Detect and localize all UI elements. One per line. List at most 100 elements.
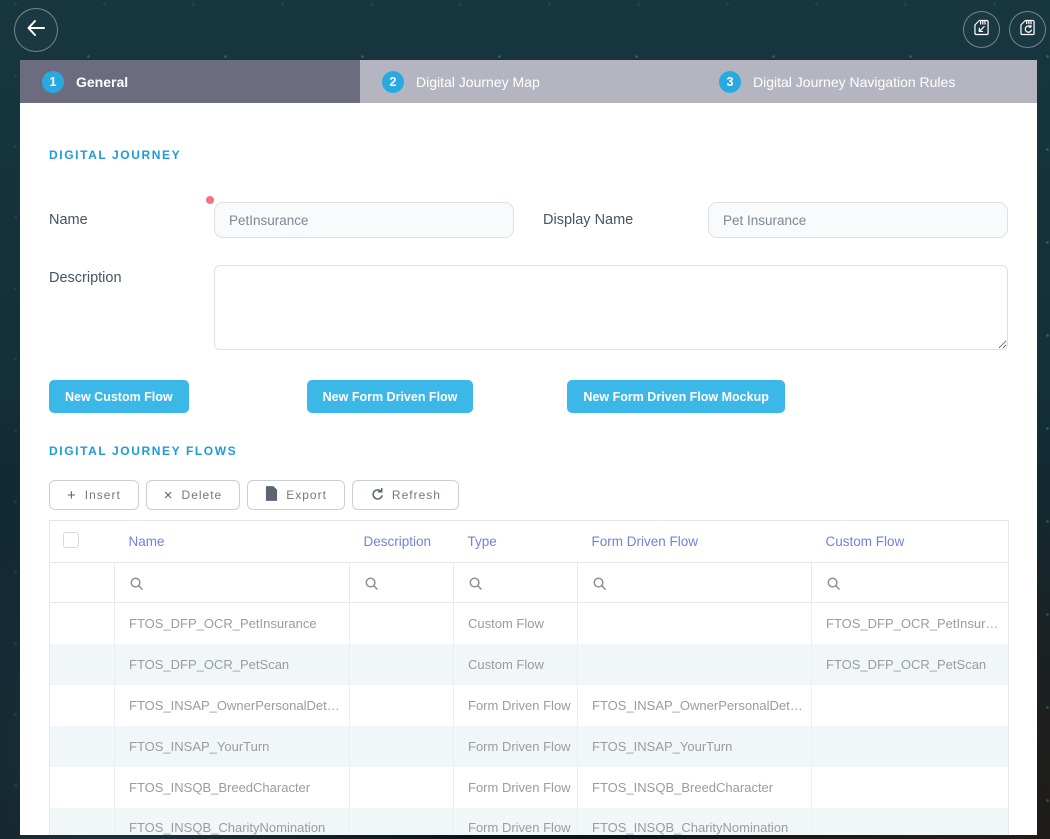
search-icon — [592, 576, 607, 591]
table-header-row: Name Description Type Form Driven Flow C… — [50, 521, 1009, 563]
flow-action-buttons: New Custom Flow New Form Driven Flow New… — [49, 380, 1008, 413]
col-header-name[interactable]: Name — [115, 521, 350, 563]
x-icon: × — [164, 488, 174, 503]
cell-type: Form Driven Flow — [454, 767, 578, 808]
cell-description — [350, 808, 454, 836]
filter-cell-empty — [50, 563, 115, 603]
cell-description — [350, 685, 454, 726]
cell-custom-flow: FTOS_DFP_OCR_PetInsurance — [812, 603, 1009, 644]
tab-number-badge: 2 — [382, 71, 404, 93]
name-label: Name — [49, 212, 214, 228]
description-textarea[interactable] — [214, 265, 1008, 350]
table-row[interactable]: FTOS_DFP_OCR_PetScan Custom Flow FTOS_DF… — [50, 644, 1009, 685]
cell-form-driven-flow: FTOS_INSAP_YourTurn — [578, 726, 812, 767]
main-panel: 1 General 2 Digital Journey Map 3 Digita… — [20, 60, 1037, 835]
filter-description[interactable] — [350, 563, 454, 603]
new-form-driven-flow-mockup-button[interactable]: New Form Driven Flow Mockup — [567, 380, 784, 413]
cell-form-driven-flow — [578, 603, 812, 644]
new-form-driven-flow-button[interactable]: New Form Driven Flow — [307, 380, 474, 413]
back-button[interactable] — [14, 8, 58, 52]
row-select-cell[interactable] — [50, 644, 115, 685]
required-indicator-dot — [206, 196, 214, 204]
cell-custom-flow — [812, 767, 1009, 808]
table-row[interactable]: FTOS_DFP_OCR_PetInsurance Custom Flow FT… — [50, 603, 1009, 644]
top-bar — [0, 0, 1050, 60]
cell-name: FTOS_INSAP_OwnerPersonalDetails — [115, 685, 350, 726]
flows-table: Name Description Type Form Driven Flow C… — [49, 520, 1009, 835]
digital-journey-flows-heading: DIGITAL JOURNEY FLOWS — [49, 444, 1008, 458]
table-row[interactable]: FTOS_INSQB_BreedCharacter Form Driven Fl… — [50, 767, 1009, 808]
table-row[interactable]: FTOS_INSQB_CharityNomination Form Driven… — [50, 808, 1009, 836]
digital-journey-config-screen: 1 General 2 Digital Journey Map 3 Digita… — [0, 0, 1050, 839]
cell-type: Form Driven Flow — [454, 685, 578, 726]
search-icon — [364, 576, 379, 591]
cell-description — [350, 767, 454, 808]
export-button[interactable]: Export — [247, 480, 345, 510]
refresh-icon — [370, 487, 384, 504]
filter-row — [50, 563, 1009, 603]
select-all-checkbox[interactable] — [63, 532, 79, 548]
cell-description — [350, 603, 454, 644]
cell-custom-flow — [812, 685, 1009, 726]
table-row[interactable]: FTOS_INSAP_OwnerPersonalDetails Form Dri… — [50, 685, 1009, 726]
cell-type: Custom Flow — [454, 644, 578, 685]
cell-type: Form Driven Flow — [454, 808, 578, 836]
row-select-cell[interactable] — [50, 603, 115, 644]
cell-name: FTOS_DFP_OCR_PetScan — [115, 644, 350, 685]
tab-label: Digital Journey Navigation Rules — [753, 74, 955, 90]
search-icon — [826, 576, 841, 591]
table-row[interactable]: FTOS_INSAP_YourTurn Form Driven Flow FTO… — [50, 726, 1009, 767]
description-label: Description — [49, 265, 214, 286]
name-input-wrap — [214, 202, 514, 238]
cell-type: Form Driven Flow — [454, 726, 578, 767]
content-area: DIGITAL JOURNEY Name Display Name Descri… — [20, 103, 1037, 835]
arrow-left-icon — [24, 16, 48, 45]
filter-custom-flow[interactable] — [812, 563, 1009, 603]
tab-digital-journey-navigation-rules[interactable]: 3 Digital Journey Navigation Rules — [697, 60, 1037, 103]
col-header-type[interactable]: Type — [454, 521, 578, 563]
cell-form-driven-flow: FTOS_INSQB_BreedCharacter — [578, 767, 812, 808]
name-input[interactable] — [214, 202, 514, 238]
refresh-label: Refresh — [392, 488, 441, 502]
row-select-cell[interactable] — [50, 685, 115, 726]
insert-label: Insert — [85, 488, 121, 502]
cell-type: Custom Flow — [454, 603, 578, 644]
col-header-form-driven-flow[interactable]: Form Driven Flow — [578, 521, 812, 563]
display-name-label: Display Name — [543, 212, 708, 228]
cell-name: FTOS_INSQB_BreedCharacter — [115, 767, 350, 808]
search-icon — [129, 576, 144, 591]
grid-toolbar: + Insert × Delete Export — [49, 480, 1008, 510]
cell-name: FTOS_INSAP_YourTurn — [115, 726, 350, 767]
cell-custom-flow: FTOS_DFP_OCR_PetScan — [812, 644, 1009, 685]
tab-general[interactable]: 1 General — [20, 60, 360, 103]
cell-form-driven-flow: FTOS_INSQB_CharityNomination — [578, 808, 812, 836]
refresh-button[interactable]: Refresh — [352, 480, 459, 510]
select-all-cell — [50, 521, 115, 563]
wizard-tab-bar: 1 General 2 Digital Journey Map 3 Digita… — [20, 60, 1037, 103]
delete-label: Delete — [182, 488, 223, 502]
delete-button[interactable]: × Delete — [146, 480, 240, 510]
save-reload-card-icon — [1017, 17, 1038, 43]
name-display-name-row: Name Display Name — [49, 202, 1008, 238]
row-select-cell[interactable] — [50, 726, 115, 767]
insert-button[interactable]: + Insert — [49, 480, 139, 510]
filter-name[interactable] — [115, 563, 350, 603]
row-select-cell[interactable] — [50, 808, 115, 836]
tab-digital-journey-map[interactable]: 2 Digital Journey Map — [360, 60, 697, 103]
filter-type[interactable] — [454, 563, 578, 603]
save-reload-button[interactable] — [1009, 11, 1046, 48]
display-name-input[interactable] — [708, 202, 1008, 238]
display-name-input-wrap — [708, 202, 1008, 238]
row-select-cell[interactable] — [50, 767, 115, 808]
description-row: Description — [49, 265, 1008, 350]
filter-form-driven-flow[interactable] — [578, 563, 812, 603]
search-icon — [468, 576, 483, 591]
cell-custom-flow — [812, 726, 1009, 767]
save-button[interactable] — [963, 11, 1000, 48]
new-custom-flow-button[interactable]: New Custom Flow — [49, 380, 189, 413]
col-header-description[interactable]: Description — [350, 521, 454, 563]
digital-journey-heading: DIGITAL JOURNEY — [49, 103, 1008, 162]
col-header-custom-flow[interactable]: Custom Flow — [812, 521, 1009, 563]
cell-name: FTOS_DFP_OCR_PetInsurance — [115, 603, 350, 644]
plus-icon: + — [67, 488, 77, 503]
